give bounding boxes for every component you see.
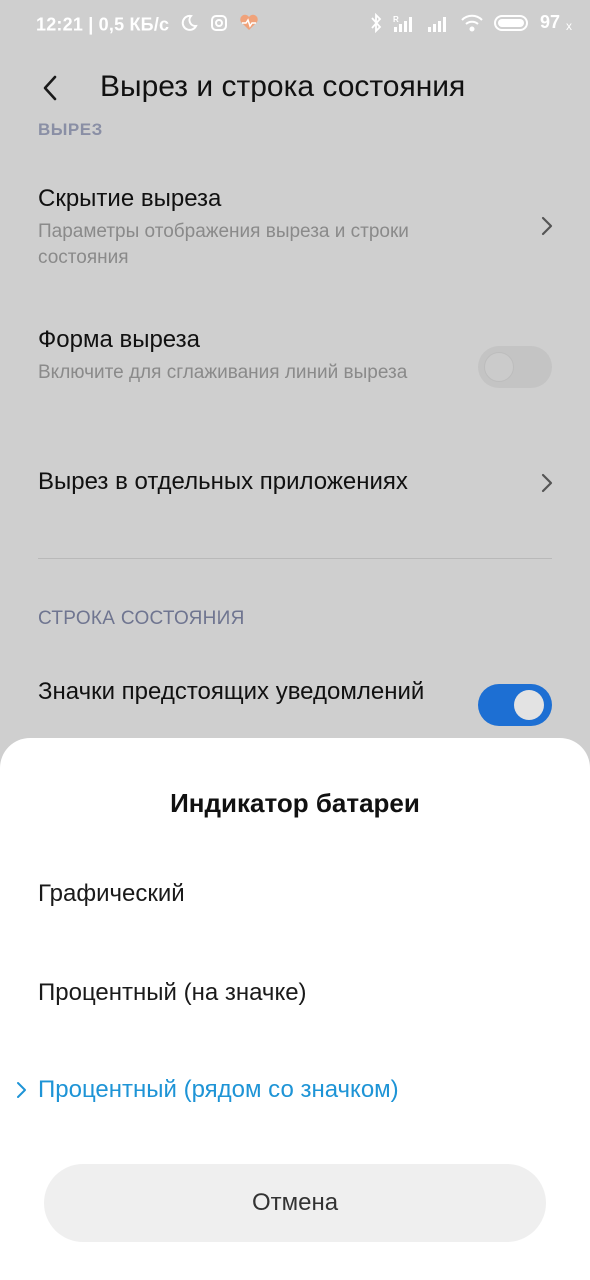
option-percent-in-icon[interactable]: Процентный (на значке) <box>38 979 307 1007</box>
bluetooth-icon <box>370 12 382 33</box>
toggle-knob <box>484 352 514 382</box>
upcoming-notifications-toggle[interactable] <box>478 684 552 726</box>
svg-text:R: R <box>393 15 399 24</box>
per-app-cutout-item[interactable]: Вырез в отдельных приложениях <box>38 468 558 508</box>
back-arrow-icon <box>43 75 57 101</box>
cancel-button[interactable]: Отмена <box>44 1164 546 1242</box>
back-button[interactable] <box>30 68 70 108</box>
option-graphic[interactable]: Графический <box>38 880 185 908</box>
status-time-speed: 12:21 | 0,5 КБ/с <box>36 14 170 35</box>
section-divider <box>38 558 552 559</box>
cutout-shape-subtitle: Включите для сглаживания линий выреза <box>38 362 408 383</box>
per-app-cutout-title: Вырез в отдельных приложениях <box>38 468 408 495</box>
status-right: R 97 x <box>370 12 572 33</box>
upcoming-notifications-item[interactable]: Значки предстоящих уведомлений <box>38 676 438 740</box>
chevron-right-icon <box>541 216 553 236</box>
cutout-shape-title: Форма выреза <box>38 326 200 353</box>
status-bar: 12:21 | 0,5 КБ/с R 97 x <box>0 0 590 52</box>
hide-cutout-item[interactable]: Скрытие выреза Параметры отображения выр… <box>38 185 558 281</box>
option-percent-next-to-icon[interactable]: Процентный (рядом со значком) <box>38 1076 399 1104</box>
moon-icon <box>180 14 199 37</box>
battery-percent: 97 <box>539 12 560 32</box>
app-header: Вырез и строка состояния <box>0 60 590 116</box>
selected-check-icon <box>17 1082 26 1098</box>
signal-icon <box>426 13 450 33</box>
wifi-icon <box>460 13 484 33</box>
section-status-bar-header: СТРОКА СОСТОЯНИЯ <box>38 608 245 629</box>
sheet-title: Индикатор батареи <box>170 788 420 818</box>
toggle-knob <box>514 690 544 720</box>
signal-roaming-icon: R <box>392 13 416 33</box>
hide-cutout-title: Скрытие выреза <box>38 185 222 212</box>
page-title: Вырез и строка состояния <box>100 70 466 103</box>
instagram-icon <box>210 14 228 37</box>
battery-indicator-sheet: Индикатор батареи Графический Процентный… <box>0 738 590 1280</box>
heart-rate-icon <box>239 14 259 37</box>
chevron-right-icon <box>541 473 553 493</box>
cutout-shape-toggle[interactable] <box>478 346 552 388</box>
status-left: 12:21 | 0,5 КБ/с <box>36 14 259 37</box>
hide-cutout-subtitle: Параметры отображения выреза и строки со… <box>38 221 409 268</box>
upcoming-notifications-title: Значки предстоящих уведомлений <box>38 678 425 705</box>
battery-icon <box>493 14 530 32</box>
section-cutout-header: ВЫРЕЗ <box>38 120 103 139</box>
battery-suffix: x <box>566 18 572 33</box>
